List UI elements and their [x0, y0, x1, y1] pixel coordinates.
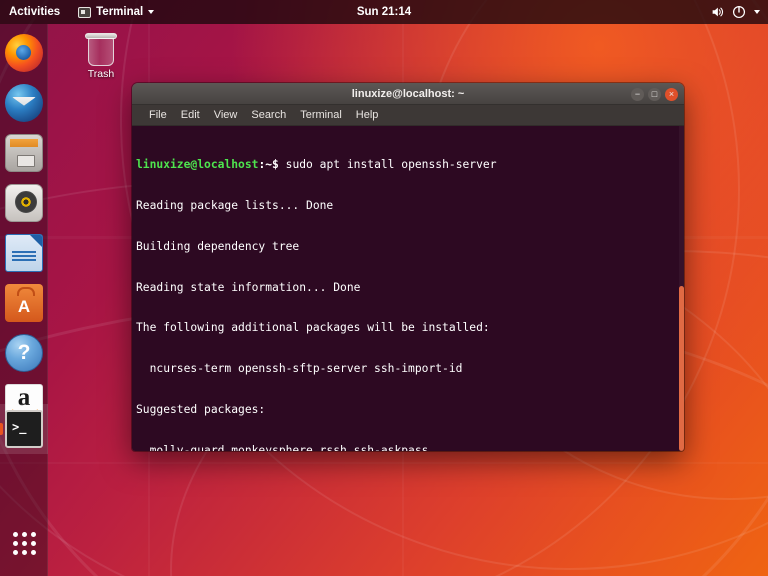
menu-item-help[interactable]: Help — [349, 105, 386, 126]
maximize-button[interactable]: □ — [648, 87, 661, 101]
help-icon — [5, 334, 43, 372]
dock — [0, 24, 48, 576]
dock-item-terminal[interactable] — [0, 404, 48, 454]
menu-item-edit[interactable]: Edit — [174, 105, 207, 126]
window-title: linuxize@localhost: ~ — [351, 87, 465, 100]
terminal-output-line: Reading state information... Done — [136, 280, 361, 294]
clock-label: Sun 21:14 — [356, 6, 412, 18]
rhythmbox-icon — [5, 184, 43, 222]
terminal-output-line: molly-guard monkeysphere rssh ssh-askpas… — [136, 443, 429, 451]
menu-item-view[interactable]: View — [207, 105, 245, 126]
terminal-output-line: The following additional packages will b… — [136, 321, 490, 335]
dock-item-firefox[interactable] — [0, 28, 48, 78]
show-applications-button[interactable] — [0, 520, 48, 566]
close-button[interactable]: × — [665, 87, 678, 101]
terminal-prompt-line: linuxize@localhost:~$ sudo apt install o… — [136, 158, 684, 172]
minimize-button[interactable]: − — [631, 87, 644, 101]
prompt-path: :~$ — [258, 158, 279, 172]
trash-icon — [85, 32, 117, 66]
libreoffice-writer-icon — [5, 234, 43, 272]
titlebar[interactable]: linuxize@localhost: ~ − □ × — [132, 83, 684, 105]
terminal-window[interactable]: linuxize@localhost: ~ − □ × File Edit Vi… — [132, 83, 684, 451]
thunderbird-icon — [5, 84, 43, 122]
terminal-scrollbar[interactable] — [679, 126, 684, 451]
terminal-app-icon — [78, 6, 92, 18]
menubar: File Edit View Search Terminal Help — [132, 105, 684, 126]
desktop-icon-label: Trash — [87, 68, 115, 80]
prompt-user-host: linuxize@localhost — [136, 158, 259, 172]
menu-item-search[interactable]: Search — [244, 105, 293, 126]
grid-icon — [12, 531, 36, 555]
power-icon[interactable] — [732, 5, 746, 19]
window-buttons: − □ × — [631, 83, 678, 105]
top-panel: Activities Terminal Sun 21:14 — [0, 0, 768, 24]
terminal-output-area[interactable]: linuxize@localhost:~$ sudo apt install o… — [132, 126, 684, 451]
terminal-output-line: Reading package lists... Done — [136, 198, 334, 212]
dock-item-rhythmbox[interactable] — [0, 178, 48, 228]
chevron-down-icon[interactable] — [754, 10, 760, 14]
prompt-command: sudo apt install openssh-server — [285, 158, 497, 172]
app-menu-label: Terminal — [96, 6, 144, 18]
system-tray[interactable] — [710, 5, 760, 19]
clock[interactable]: Sun 21:14 — [357, 6, 411, 18]
terminal-output-line: ncurses-term openssh-sftp-server ssh-imp… — [136, 362, 463, 376]
dock-item-ubuntu-software[interactable] — [0, 278, 48, 328]
activities-button[interactable]: Activities — [0, 0, 70, 24]
files-icon — [5, 134, 43, 172]
dock-item-thunderbird[interactable] — [0, 78, 48, 128]
app-menu-button[interactable]: Terminal — [70, 0, 162, 24]
dock-item-libreoffice-writer[interactable] — [0, 228, 48, 278]
chevron-down-icon — [148, 10, 155, 14]
terminal-output-line: Building dependency tree — [136, 239, 300, 253]
ubuntu-software-icon — [5, 284, 43, 322]
desktop-icon-trash[interactable]: Trash — [72, 28, 130, 80]
dock-item-files[interactable] — [0, 128, 48, 178]
menu-item-file[interactable]: File — [142, 105, 174, 126]
menu-item-terminal[interactable]: Terminal — [293, 105, 349, 126]
volume-icon[interactable] — [710, 5, 724, 19]
terminal-icon — [5, 410, 43, 448]
terminal-scrollbar-thumb[interactable] — [679, 286, 684, 451]
firefox-icon — [5, 34, 43, 72]
terminal-output-line: Suggested packages: — [136, 402, 266, 416]
activities-label: Activities — [9, 6, 61, 18]
dock-item-help[interactable] — [0, 328, 48, 378]
wallpaper-band — [0, 462, 768, 464]
